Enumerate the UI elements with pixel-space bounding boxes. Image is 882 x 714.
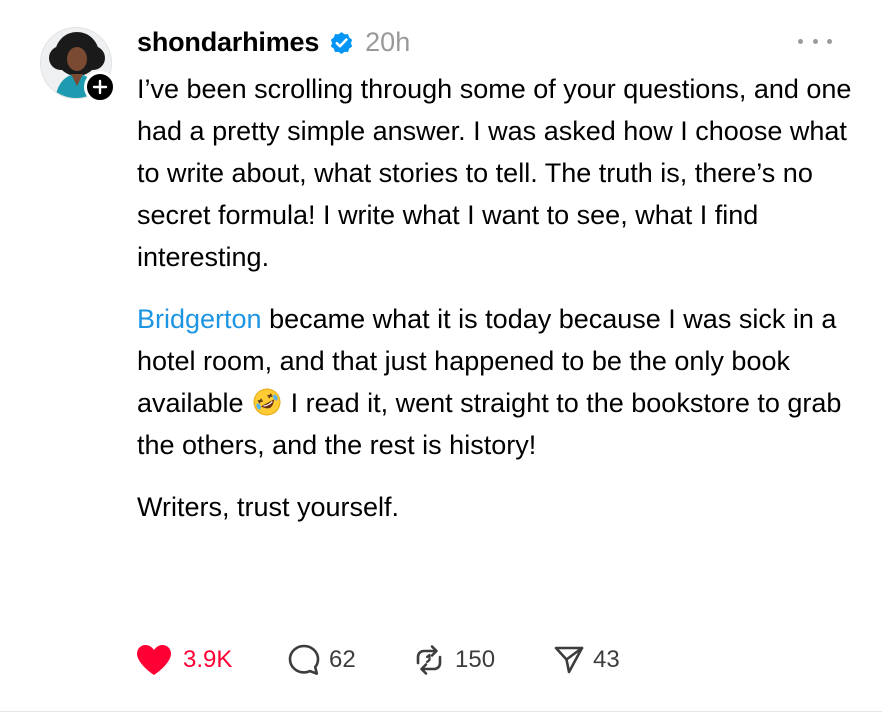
repost-button[interactable]: 150 xyxy=(411,643,553,677)
post-header: shondarhimes 20h xyxy=(137,22,410,62)
share-button[interactable]: 43 xyxy=(553,644,620,676)
post-paragraph: Bridgerton became what it is today becau… xyxy=(137,298,857,466)
post-actions: 3.9K 62 150 43 xyxy=(135,640,620,680)
username[interactable]: shondarhimes xyxy=(137,27,319,58)
post-body: I’ve been scrolling through some of your… xyxy=(137,68,857,528)
repost-count: 150 xyxy=(455,646,496,673)
thread-post: shondarhimes 20h I’ve been scrolling thr… xyxy=(0,0,882,714)
rolling-on-the-floor-laughing-emoji xyxy=(252,387,282,417)
reply-button[interactable]: 62 xyxy=(287,643,411,677)
verified-badge-icon xyxy=(328,29,355,56)
plus-icon xyxy=(92,79,108,95)
post-paragraph: I’ve been scrolling through some of your… xyxy=(137,74,852,272)
like-count: 3.9K xyxy=(183,646,233,673)
speech-bubble-icon xyxy=(287,643,321,677)
more-dot xyxy=(812,38,818,44)
post-timestamp[interactable]: 20h xyxy=(365,27,410,58)
reply-count: 62 xyxy=(329,646,356,673)
more-options-icon[interactable] xyxy=(798,30,832,52)
heart-icon xyxy=(135,643,173,677)
more-dot xyxy=(827,38,832,44)
like-button[interactable]: 3.9K xyxy=(135,643,287,677)
more-dot xyxy=(798,38,803,44)
divider xyxy=(0,711,882,712)
share-count: 43 xyxy=(593,646,620,673)
paper-plane-icon xyxy=(553,644,585,676)
repost-icon xyxy=(411,643,447,677)
mention-link[interactable]: Bridgerton xyxy=(137,304,262,334)
follow-button[interactable] xyxy=(84,71,116,103)
avatar-container xyxy=(40,27,116,103)
post-paragraph: Writers, trust yourself. xyxy=(137,492,400,522)
